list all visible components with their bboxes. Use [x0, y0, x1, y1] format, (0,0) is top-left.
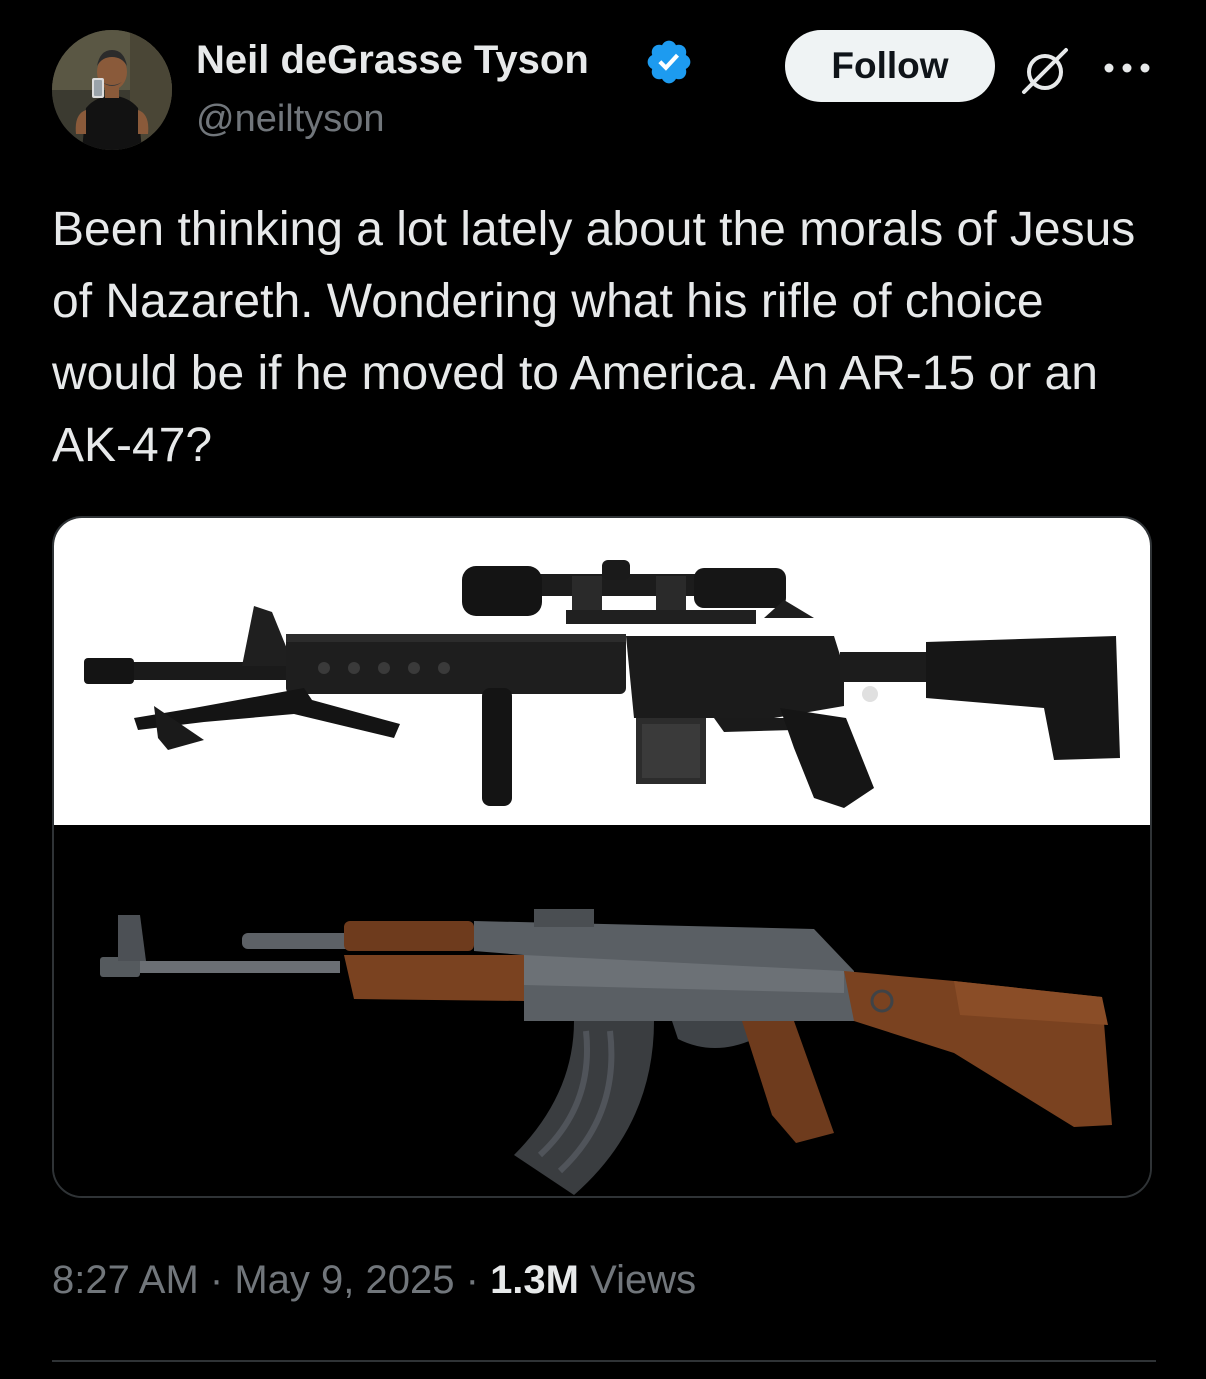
grok-icon[interactable]	[1018, 46, 1072, 96]
ak47-image	[54, 825, 1150, 1196]
verified-badge-icon[interactable]	[644, 37, 694, 87]
views-count[interactable]: 1.3M	[490, 1258, 579, 1302]
tweet-media[interactable]	[52, 516, 1152, 1198]
avatar-photo	[52, 30, 172, 150]
more-options-icon[interactable]	[1100, 50, 1154, 86]
tweet-time[interactable]: 8:27 AM	[52, 1258, 199, 1302]
ar15-image	[54, 518, 1150, 825]
tweet-date[interactable]: May 9, 2025	[234, 1258, 454, 1302]
tweet-meta: 8:27 AM · May 9, 2025 · 1.3M Views	[52, 1254, 696, 1306]
avatar[interactable]	[52, 30, 172, 150]
meta-separator: ·	[209, 1258, 224, 1302]
tweet-text: Been thinking a lot lately about the mor…	[52, 203, 1136, 472]
meta-separator: ·	[465, 1258, 479, 1302]
author-name[interactable]: Neil deGrasse Tyson	[196, 36, 589, 84]
views-label[interactable]: Views	[590, 1258, 696, 1302]
author-handle[interactable]: @neiltyson	[196, 96, 385, 142]
divider	[52, 1360, 1156, 1362]
follow-button[interactable]: Follow	[785, 30, 995, 102]
